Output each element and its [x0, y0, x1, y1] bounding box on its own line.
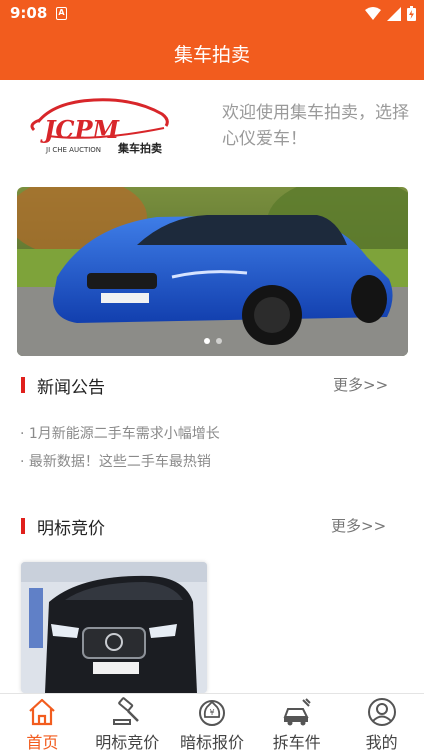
battery-icon	[407, 6, 416, 21]
tab-label: 我的	[365, 733, 398, 752]
gavel-icon	[113, 697, 140, 725]
tab-profile[interactable]: 我的	[339, 694, 424, 753]
banner-pagination	[17, 338, 408, 344]
brand-logo: JCPM JI CHE AUCTION 集车拍卖	[24, 96, 176, 158]
news-more-link[interactable]: 更多>>	[333, 374, 388, 395]
money-bag-icon: ¥	[198, 700, 225, 726]
tab-label: 首页	[26, 733, 59, 752]
bidding-car-card[interactable]	[21, 562, 207, 693]
section-accent-bar	[21, 518, 25, 534]
logo-brand-text: JCPM	[40, 115, 121, 144]
wifi-icon	[365, 7, 381, 20]
news-list: · 1月新能源二手车需求小幅增长 · 最新数据！这些二手车最热销	[20, 420, 410, 476]
bidding-section-title: 明标竞价	[37, 519, 105, 539]
news-section-header: 新闻公告 更多>>	[0, 370, 424, 400]
section-accent-bar	[21, 377, 25, 393]
tab-label: 暗标报价	[179, 733, 244, 752]
logo-cn-text: 集车拍卖	[117, 141, 162, 155]
car-thumbnail-image	[21, 562, 207, 693]
logo-sub-text: JI CHE AUCTION	[45, 146, 101, 154]
banner-dot-active[interactable]	[203, 338, 210, 344]
sim-icon: A	[56, 7, 67, 20]
banner-dot[interactable]	[215, 338, 222, 344]
app-title: 集车拍卖	[173, 44, 250, 66]
news-section-title: 新闻公告	[37, 378, 105, 398]
banner-car-image	[17, 187, 408, 356]
bidding-section-header: 明标竞价 更多>>	[0, 511, 424, 541]
tab-car-parts[interactable]: 拆车件	[254, 694, 339, 753]
bottom-tab-bar: 首页 明标竞价 ¥ 暗标报价 拆车件 我的	[0, 693, 424, 753]
welcome-text: 欢迎使用集车拍卖，选择心仪爱车！	[222, 103, 409, 149]
status-bar: 9:08 A	[0, 0, 424, 28]
signal-icon	[387, 6, 401, 21]
status-time: 9:08	[10, 4, 48, 22]
home-icon	[29, 698, 56, 726]
tab-label: 明标竞价	[95, 733, 160, 752]
tab-open-bidding[interactable]: 明标竞价	[85, 694, 170, 753]
news-item[interactable]: · 最新数据！这些二手车最热销	[20, 448, 410, 476]
car-parts-icon	[283, 698, 311, 726]
news-item[interactable]: · 1月新能源二手车需求小幅增长	[20, 420, 410, 448]
tab-home[interactable]: 首页	[0, 694, 85, 753]
bidding-more-link[interactable]: 更多>>	[331, 515, 386, 536]
svg-text:¥: ¥	[209, 708, 214, 717]
tab-sealed-bid[interactable]: ¥ 暗标报价	[170, 694, 255, 753]
user-icon	[367, 698, 396, 726]
tab-label: 拆车件	[272, 733, 321, 752]
banner-carousel[interactable]	[17, 187, 408, 356]
app-bar: 集车拍卖	[0, 28, 424, 80]
